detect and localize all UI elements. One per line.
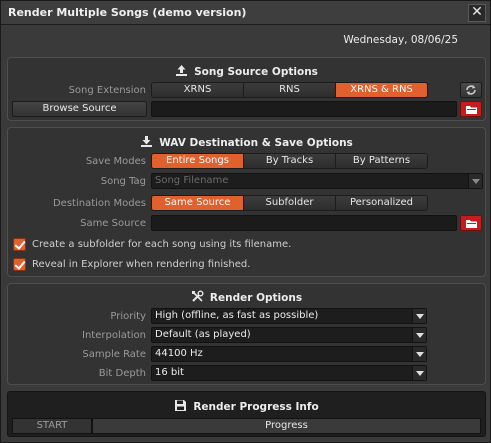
song-extension-selector: XRNS RNS XRNS & RNS bbox=[151, 82, 428, 98]
wav-destination-panel: WAV Destination & Save Options Save Mode… bbox=[7, 127, 486, 277]
render-options-title: Render Options bbox=[8, 290, 485, 304]
create-subfolder-label: Create a subfolder for each song using i… bbox=[32, 239, 292, 250]
reveal-explorer-label: Reveal in Explorer when rendering finish… bbox=[32, 259, 251, 270]
sample-rate-value: 44100 Hz bbox=[155, 348, 203, 359]
folder-icon bbox=[466, 106, 477, 114]
source-folder-button[interactable] bbox=[460, 101, 482, 117]
reveal-explorer-checkbox[interactable] bbox=[13, 258, 26, 271]
bit-depth-value: 16 bit bbox=[155, 367, 184, 378]
render-progress-title-text: Render Progress Info bbox=[193, 401, 319, 413]
dest-mode-same-source[interactable]: Same Source bbox=[152, 196, 244, 210]
same-source-path-field[interactable] bbox=[151, 215, 457, 231]
refresh-button[interactable] bbox=[460, 82, 482, 98]
save-mode-by-tracks[interactable]: By Tracks bbox=[244, 154, 336, 168]
priority-value: High (offline, as fast as possible) bbox=[155, 310, 319, 321]
song-tag-value: Song Filename bbox=[155, 175, 229, 186]
destination-modes-label: Destination Modes bbox=[52, 198, 146, 209]
save-modes-label: Save Modes bbox=[85, 156, 146, 167]
chevron-down-icon bbox=[412, 309, 426, 323]
destination-modes-selector: Same Source Subfolder Personalized bbox=[151, 195, 428, 211]
chevron-down-icon bbox=[412, 347, 426, 361]
song-source-title-text: Song Source Options bbox=[194, 66, 318, 78]
priority-label: Priority bbox=[110, 311, 146, 322]
save-modes-selector: Entire Songs By Tracks By Patterns bbox=[151, 153, 428, 169]
browse-source-button[interactable]: Browse Source bbox=[12, 101, 147, 117]
destination-folder-button[interactable] bbox=[460, 215, 482, 231]
source-path-field[interactable] bbox=[151, 101, 457, 117]
chevron-down-icon bbox=[412, 366, 426, 380]
render-progress-title: Render Progress Info bbox=[8, 399, 485, 413]
close-button[interactable]: ✕ bbox=[468, 4, 486, 22]
same-source-label: Same Source bbox=[80, 218, 146, 229]
song-extension-label: Song Extension bbox=[68, 85, 146, 96]
dest-mode-personalized[interactable]: Personalized bbox=[336, 196, 427, 210]
title-bar: Render Multiple Songs (demo version) ✕ bbox=[1, 1, 490, 25]
download-icon bbox=[141, 136, 153, 147]
window-title: Render Multiple Songs (demo version) bbox=[8, 6, 247, 19]
chevron-down-icon bbox=[468, 174, 482, 188]
tools-icon bbox=[191, 290, 204, 302]
priority-dropdown[interactable]: High (offline, as fast as possible) bbox=[151, 308, 427, 324]
folder-icon bbox=[466, 220, 477, 228]
extension-option-xrns-rns[interactable]: XRNS & RNS bbox=[336, 83, 427, 97]
progress-bar: Progress bbox=[92, 418, 481, 434]
extension-option-xrns[interactable]: XRNS bbox=[152, 83, 244, 97]
extension-option-rns[interactable]: RNS bbox=[244, 83, 336, 97]
dest-mode-subfolder[interactable]: Subfolder bbox=[244, 196, 336, 210]
render-window: Render Multiple Songs (demo version) ✕ W… bbox=[0, 0, 491, 443]
bit-depth-dropdown[interactable]: 16 bit bbox=[151, 365, 427, 381]
upload-icon bbox=[176, 65, 188, 76]
chevron-down-icon bbox=[412, 328, 426, 342]
save-mode-entire-songs[interactable]: Entire Songs bbox=[152, 154, 244, 168]
render-options-title-text: Render Options bbox=[209, 292, 303, 304]
song-source-panel: Song Source Options Song Extension XRNS … bbox=[7, 57, 486, 121]
wav-destination-title-text: WAV Destination & Save Options bbox=[159, 137, 353, 149]
save-mode-by-patterns[interactable]: By Patterns bbox=[336, 154, 427, 168]
song-source-title: Song Source Options bbox=[8, 64, 485, 78]
song-tag-label: Song Tag bbox=[100, 176, 146, 187]
interpolation-dropdown[interactable]: Default (as played) bbox=[151, 327, 427, 343]
date-display: Wednesday, 08/06/25 bbox=[343, 34, 458, 46]
song-tag-dropdown[interactable]: Song Filename bbox=[151, 173, 483, 189]
refresh-icon bbox=[466, 85, 476, 95]
start-button[interactable]: START bbox=[12, 418, 92, 434]
interpolation-value: Default (as played) bbox=[155, 329, 251, 340]
sample-rate-dropdown[interactable]: 44100 Hz bbox=[151, 346, 427, 362]
create-subfolder-checkbox[interactable] bbox=[13, 238, 26, 251]
sample-rate-label: Sample Rate bbox=[82, 349, 146, 360]
render-progress-panel: Render Progress Info START Progress bbox=[7, 391, 486, 437]
interpolation-label: Interpolation bbox=[82, 330, 146, 341]
render-options-panel: Render Options Priority High (offline, a… bbox=[7, 283, 486, 385]
wav-destination-title: WAV Destination & Save Options bbox=[8, 135, 485, 149]
bit-depth-label: Bit Depth bbox=[98, 368, 146, 379]
save-disk-icon bbox=[175, 400, 187, 411]
